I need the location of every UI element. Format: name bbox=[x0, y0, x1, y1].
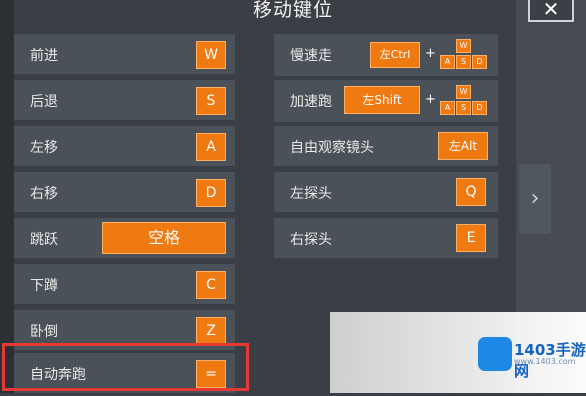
keybind-label: 加速跑 bbox=[290, 94, 332, 110]
key-button-prone[interactable]: Z bbox=[196, 317, 226, 345]
left-background bbox=[0, 0, 14, 393]
keybind-label: 左探头 bbox=[290, 186, 332, 202]
highlight-box bbox=[2, 343, 249, 391]
key-button-crouch[interactable]: C bbox=[196, 271, 226, 299]
key-button-left[interactable]: A bbox=[196, 133, 226, 161]
key-button-free-look[interactable]: 左Alt bbox=[438, 132, 488, 160]
keybind-row-sprint: 加速跑 左Shift + W A S D bbox=[274, 80, 498, 125]
key-button-lean-right[interactable]: E bbox=[456, 224, 486, 252]
mini-key-s: S bbox=[456, 101, 471, 115]
keybind-row-lean-right: 右探头 E bbox=[274, 218, 498, 261]
plus-sign: + bbox=[425, 92, 436, 107]
mini-key-a: A bbox=[440, 101, 455, 115]
keybind-label: 卧倒 bbox=[30, 324, 58, 340]
keybind-row-right: 右移 D bbox=[14, 172, 235, 215]
keybind-row-forward: 前进 W bbox=[14, 34, 235, 77]
keybind-row-back: 后退 S bbox=[14, 80, 235, 123]
key-button-lean-left[interactable]: Q bbox=[456, 178, 486, 206]
key-button-jump[interactable]: 空格 bbox=[102, 222, 226, 254]
keybind-label: 跳跃 bbox=[30, 232, 58, 248]
keybind-label: 右探头 bbox=[290, 232, 332, 248]
keybind-label: 下蹲 bbox=[30, 278, 58, 294]
brand-logo-icon bbox=[478, 337, 512, 371]
keybind-label: 慢速走 bbox=[290, 48, 332, 64]
key-button-right[interactable]: D bbox=[196, 179, 226, 207]
keybind-row-left: 左移 A bbox=[14, 126, 235, 169]
mini-key-s: S bbox=[456, 55, 471, 69]
plus-sign: + bbox=[425, 46, 436, 61]
keybind-label: 右移 bbox=[30, 186, 58, 202]
chevron-right-icon[interactable]: › bbox=[519, 164, 551, 234]
mini-key-w: W bbox=[456, 85, 471, 99]
keybind-label: 后退 bbox=[30, 94, 58, 110]
mini-key-d: D bbox=[472, 101, 487, 115]
keybind-row-lean-left: 左探头 Q bbox=[274, 172, 498, 215]
keybind-label: 左移 bbox=[30, 140, 58, 156]
mini-key-d: D bbox=[472, 55, 487, 69]
watermark-url: www.1403.com bbox=[514, 357, 576, 366]
key-button-walk[interactable]: 左Ctrl bbox=[370, 42, 420, 68]
mini-key-a: A bbox=[440, 55, 455, 69]
key-button-back[interactable]: S bbox=[196, 87, 226, 115]
keybind-row-crouch: 下蹲 C bbox=[14, 264, 235, 307]
keybind-row-walk: 慢速走 左Ctrl + W A S D bbox=[274, 34, 498, 79]
key-button-forward[interactable]: W bbox=[196, 41, 226, 69]
close-button[interactable]: ✕ bbox=[528, 0, 574, 22]
mini-key-w: W bbox=[456, 39, 471, 53]
keybind-row-jump: 跳跃 空格 bbox=[14, 218, 235, 261]
page-title: 移动键位 bbox=[252, 0, 333, 21]
keybind-label: 自由观察镜头 bbox=[290, 140, 374, 156]
key-button-sprint[interactable]: 左Shift bbox=[344, 86, 420, 114]
keybind-row-free-look: 自由观察镜头 左Alt bbox=[274, 126, 498, 169]
keybind-label: 前进 bbox=[30, 48, 58, 64]
